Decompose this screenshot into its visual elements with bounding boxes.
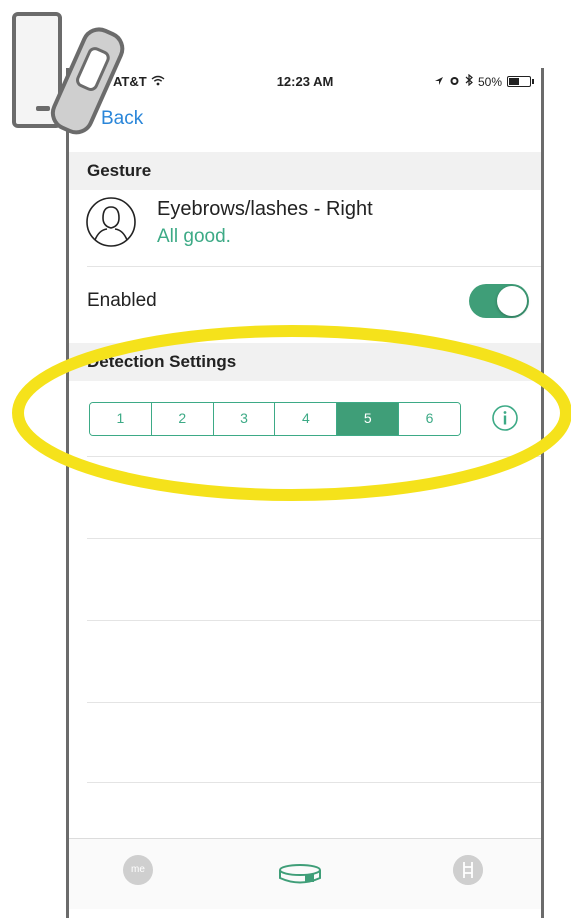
cropped-heading (60, 0, 78, 35)
status-bar: AT&T 12:23 AM 50% (69, 68, 541, 94)
divider (87, 782, 541, 783)
tab-bar: me (69, 838, 541, 909)
detection-level-control: 1 2 3 4 5 6 (89, 402, 461, 436)
divider (87, 620, 541, 621)
battery-icon (507, 76, 534, 87)
info-icon[interactable] (491, 404, 519, 432)
status-right: 50% (434, 73, 534, 89)
location-arrow-icon (434, 75, 444, 89)
detection-level-5[interactable]: 5 (337, 403, 400, 435)
divider (87, 266, 541, 267)
toggle-knob (497, 286, 527, 316)
alarm-icon (449, 75, 460, 89)
enabled-row: Enabled (69, 268, 541, 340)
detection-level-1[interactable]: 1 (90, 403, 152, 435)
battery-fill (509, 78, 519, 85)
bluetooth-icon (465, 73, 473, 89)
divider (87, 702, 541, 703)
detection-section-header: Detection Settings (69, 343, 541, 381)
battery-tip (532, 79, 534, 84)
battery-percent: 50% (477, 74, 502, 89)
back-button[interactable]: Back (101, 108, 143, 130)
gesture-row[interactable]: Eyebrows/lashes - Right All good. (69, 190, 541, 265)
gesture-status: All good. (157, 226, 231, 247)
tab-me[interactable]: me (123, 855, 153, 885)
divider (87, 538, 541, 539)
phone-screen: AT&T 12:23 AM 50% Back Gesture Eyebrows/… (66, 68, 544, 918)
detection-level-2[interactable]: 2 (151, 403, 214, 435)
band-icon[interactable] (277, 859, 323, 889)
gesture-section-header: Gesture (69, 152, 541, 190)
avatar-icon (86, 197, 136, 247)
detection-level-6[interactable]: 6 (399, 403, 460, 435)
detection-level-3[interactable]: 3 (213, 403, 276, 435)
enabled-label: Enabled (87, 290, 157, 311)
enabled-toggle[interactable] (469, 284, 529, 318)
divider (87, 456, 541, 457)
nav-bar: Back (69, 94, 541, 158)
detection-level-4[interactable]: 4 (275, 403, 338, 435)
gesture-name: Eyebrows/lashes - Right (157, 198, 373, 220)
sensor-settings-icon[interactable] (453, 855, 483, 885)
